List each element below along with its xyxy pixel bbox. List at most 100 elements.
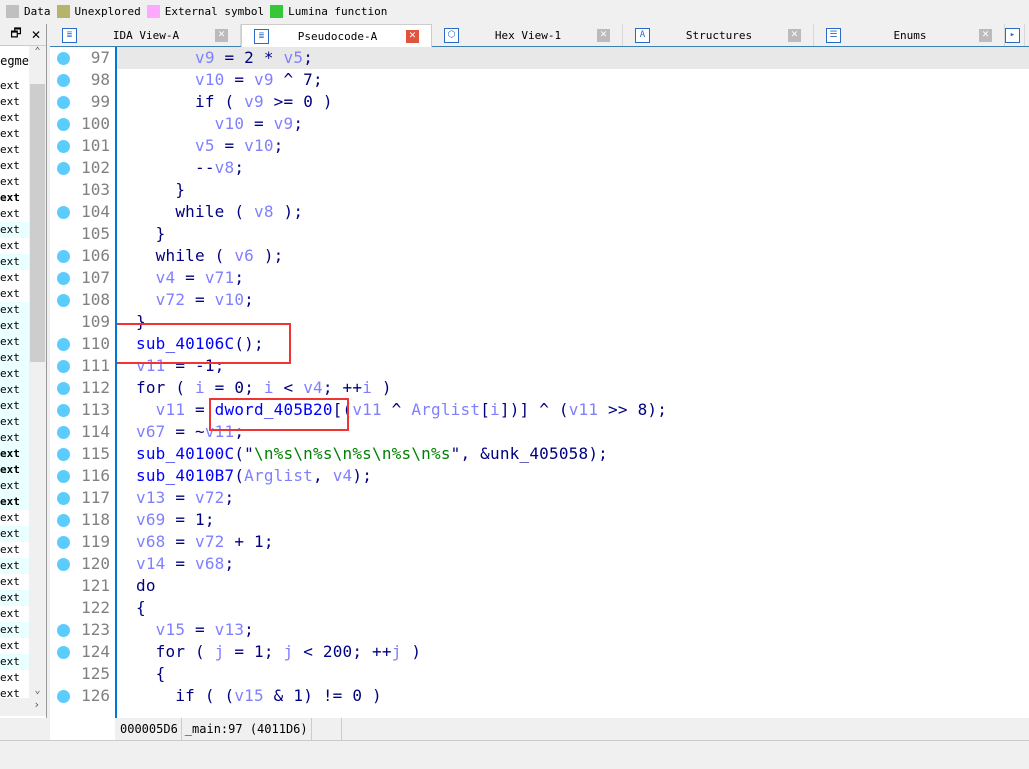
segment-row[interactable]: ext bbox=[0, 542, 29, 558]
segment-row[interactable]: ext bbox=[0, 206, 29, 222]
code-line[interactable]: v14 = v68; bbox=[117, 553, 1029, 575]
close-icon[interactable]: ✕ bbox=[26, 28, 46, 42]
tab-close-icon[interactable]: ✕ bbox=[979, 28, 992, 42]
tab-structures[interactable]: A Structures ✕ bbox=[623, 24, 814, 46]
segment-row[interactable]: ext bbox=[0, 254, 29, 270]
segment-row[interactable]: ext bbox=[0, 110, 29, 126]
breakpoint-dot-icon[interactable] bbox=[57, 558, 70, 571]
segment-row[interactable]: ext bbox=[0, 670, 29, 686]
code-line[interactable]: while ( v8 ); bbox=[117, 201, 1029, 223]
breakpoint-dot-icon[interactable] bbox=[57, 162, 70, 175]
segment-row[interactable]: ext bbox=[0, 222, 29, 238]
breakpoint-dot-icon[interactable] bbox=[57, 52, 70, 65]
code-line[interactable]: v69 = 1; bbox=[117, 509, 1029, 531]
breakpoint-dot-icon[interactable] bbox=[57, 536, 70, 549]
scroll-down-icon[interactable]: ⌄ bbox=[29, 685, 46, 696]
segment-row[interactable]: ext bbox=[0, 302, 29, 318]
segment-row[interactable]: ext bbox=[0, 590, 29, 606]
code-line[interactable]: v72 = v10; bbox=[117, 289, 1029, 311]
breakpoint-dot-icon[interactable] bbox=[57, 74, 70, 87]
column-header[interactable]: Segme bbox=[0, 54, 29, 68]
segment-row[interactable]: ext bbox=[0, 638, 29, 654]
breakpoint-dot-icon[interactable] bbox=[57, 426, 70, 439]
tab-more[interactable]: ▸ bbox=[1005, 24, 1025, 46]
segment-row[interactable]: ext bbox=[0, 558, 29, 574]
code-line[interactable]: do bbox=[117, 575, 1029, 597]
breakpoint-dot-icon[interactable] bbox=[57, 360, 70, 373]
breakpoint-dot-icon[interactable] bbox=[57, 448, 70, 461]
code-line[interactable]: } bbox=[117, 223, 1029, 245]
tab-hex-view-1[interactable]: ⬡ Hex View-1 ✕ bbox=[432, 24, 623, 46]
segment-row[interactable]: ext bbox=[0, 478, 29, 494]
code-line[interactable]: v15 = v13; bbox=[117, 619, 1029, 641]
breakpoint-dot-icon[interactable] bbox=[57, 382, 70, 395]
scroll-right-icon[interactable]: › bbox=[33, 698, 40, 711]
tab-close-icon[interactable]: ✕ bbox=[597, 28, 610, 42]
breakpoint-dot-icon[interactable] bbox=[57, 492, 70, 505]
segment-row[interactable]: ext bbox=[0, 382, 29, 398]
code-line[interactable]: sub_40100C("\n%s\n%s\n%s\n%s\n%s", &unk_… bbox=[117, 443, 1029, 465]
code-line[interactable]: { bbox=[117, 597, 1029, 619]
restore-icon[interactable]: 🗗 bbox=[6, 24, 26, 45]
segment-row[interactable]: ext bbox=[0, 462, 29, 478]
code-line[interactable]: for ( j = 1; j < 200; ++j ) bbox=[117, 641, 1029, 663]
code-line[interactable]: sub_4010B7(Arglist, v4); bbox=[117, 465, 1029, 487]
breakpoint-dot-icon[interactable] bbox=[57, 624, 70, 637]
segment-row[interactable]: ext bbox=[0, 446, 29, 462]
tab-pseudocode-a[interactable]: ≣ Pseudocode-A ✕ bbox=[241, 24, 432, 48]
breakpoint-dot-icon[interactable] bbox=[57, 118, 70, 131]
code-line[interactable]: } bbox=[117, 179, 1029, 201]
breakpoint-dot-icon[interactable] bbox=[57, 96, 70, 109]
breakpoint-dot-icon[interactable] bbox=[57, 690, 70, 703]
segment-row[interactable]: ext bbox=[0, 142, 29, 158]
code-line[interactable]: for ( i = 0; i < v4; ++i ) bbox=[117, 377, 1029, 399]
segment-row[interactable]: ext bbox=[0, 622, 29, 638]
code-line[interactable]: v5 = v10; bbox=[117, 135, 1029, 157]
tab-enums[interactable]: ☰ Enums ✕ bbox=[814, 24, 1005, 46]
code-line[interactable]: v9 = 2 * v5; bbox=[117, 47, 1029, 69]
scroll-up-icon[interactable]: ⌃ bbox=[29, 46, 46, 57]
scroll-thumb[interactable] bbox=[30, 84, 45, 362]
tab-close-icon[interactable]: ✕ bbox=[215, 28, 228, 42]
breakpoint-dot-icon[interactable] bbox=[57, 206, 70, 219]
horizontal-scrollbar[interactable]: › bbox=[0, 698, 46, 716]
breakpoint-dot-icon[interactable] bbox=[57, 272, 70, 285]
segment-row[interactable]: ext bbox=[0, 366, 29, 382]
segment-row[interactable]: ext bbox=[0, 238, 29, 254]
segment-row[interactable]: ext bbox=[0, 190, 29, 206]
pseudocode-view[interactable]: if ( (v15 & 1) != 0 ) { for ( j = 1; j <… bbox=[115, 47, 1029, 718]
breakpoint-dot-icon[interactable] bbox=[57, 646, 70, 659]
code-line[interactable]: v10 = v9; bbox=[117, 113, 1029, 135]
code-line[interactable]: v10 = v9 ^ 7; bbox=[117, 69, 1029, 91]
breakpoint-dot-icon[interactable] bbox=[57, 470, 70, 483]
breakpoint-dot-icon[interactable] bbox=[57, 404, 70, 417]
segment-row[interactable]: ext bbox=[0, 510, 29, 526]
code-line[interactable]: v13 = v72; bbox=[117, 487, 1029, 509]
segment-row[interactable]: ext bbox=[0, 574, 29, 590]
breakpoint-dot-icon[interactable] bbox=[57, 338, 70, 351]
segment-row[interactable]: ext bbox=[0, 494, 29, 510]
code-line[interactable]: v4 = v71; bbox=[117, 267, 1029, 289]
segment-row[interactable]: ext bbox=[0, 270, 29, 286]
segment-row[interactable]: ext bbox=[0, 430, 29, 446]
segment-row[interactable]: ext bbox=[0, 526, 29, 542]
segment-row[interactable]: ext bbox=[0, 94, 29, 110]
code-line[interactable]: { bbox=[117, 663, 1029, 685]
tab-close-icon[interactable]: ✕ bbox=[406, 30, 419, 43]
breakpoint-dot-icon[interactable] bbox=[57, 140, 70, 153]
segment-row[interactable]: ext bbox=[0, 158, 29, 174]
code-line[interactable]: v68 = v72 + 1; bbox=[117, 531, 1029, 553]
segment-row[interactable]: ext bbox=[0, 318, 29, 334]
segment-row[interactable]: ext bbox=[0, 606, 29, 622]
breakpoint-dot-icon[interactable] bbox=[57, 514, 70, 527]
segment-row[interactable]: ext bbox=[0, 174, 29, 190]
breakpoint-dot-icon[interactable] bbox=[57, 250, 70, 263]
segment-row[interactable]: ext bbox=[0, 334, 29, 350]
segment-row[interactable]: ext bbox=[0, 126, 29, 142]
segment-row[interactable]: ext bbox=[0, 350, 29, 366]
tab-ida-view-a[interactable]: ≣ IDA View-A ✕ bbox=[50, 24, 241, 46]
segment-row[interactable]: ext bbox=[0, 414, 29, 430]
code-line[interactable]: if ( v9 >= 0 ) bbox=[117, 91, 1029, 113]
segment-row[interactable]: ext bbox=[0, 398, 29, 414]
breakpoint-dot-icon[interactable] bbox=[57, 294, 70, 307]
